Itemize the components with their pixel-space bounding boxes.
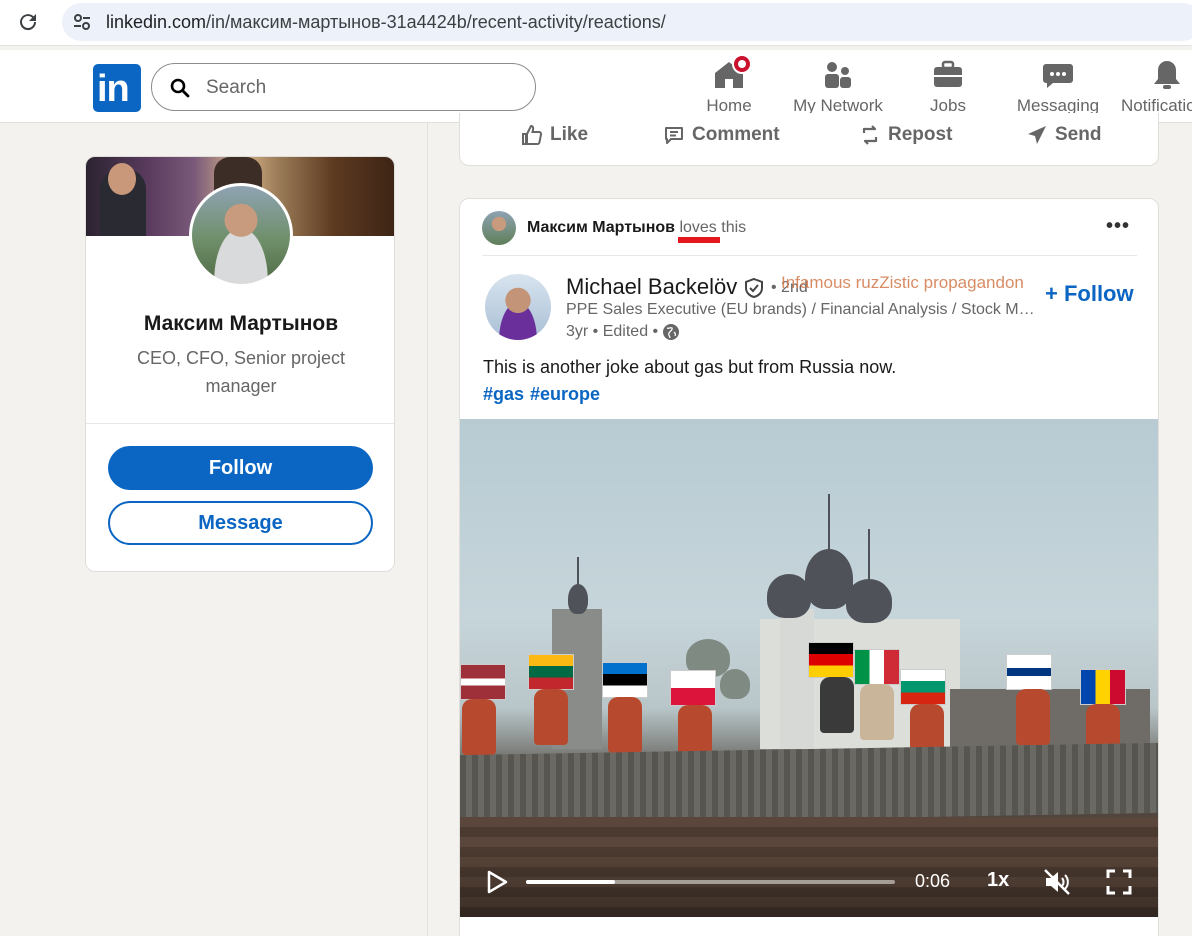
profile-name[interactable]: Максим Мартынов	[86, 312, 394, 336]
reload-icon[interactable]	[16, 10, 40, 34]
hashtag-link[interactable]: #europe	[530, 384, 600, 404]
video-spire	[828, 494, 830, 554]
message-button[interactable]: Message	[108, 501, 373, 545]
repost-button[interactable]: Repost	[858, 123, 952, 147]
browser-toolbar: linkedin.com/in/максим-мартынов-31a4424b…	[0, 0, 1192, 46]
more-options-icon[interactable]: •••	[1106, 215, 1134, 239]
previous-post-actions: Like Comment Repost Send	[459, 113, 1159, 166]
activity-header: Максим Мартынов loves this	[527, 219, 746, 237]
bell-icon	[1150, 58, 1184, 92]
search-input[interactable]	[206, 76, 506, 100]
address-bar[interactable]: linkedin.com/in/максим-мартынов-31a4424b…	[62, 3, 1192, 41]
url-domain: linkedin.com	[106, 12, 207, 32]
video-dome	[720, 669, 750, 699]
author-avatar[interactable]	[485, 274, 551, 340]
like-label: Like	[550, 124, 589, 145]
post-divider	[482, 255, 1137, 256]
activity-suffix: this	[721, 219, 747, 236]
comment-icon	[665, 127, 683, 144]
profile-avatar[interactable]	[189, 183, 293, 287]
play-icon[interactable]	[484, 869, 510, 895]
repost-label: Repost	[888, 124, 953, 145]
home-icon	[712, 54, 752, 92]
flag-moldova	[1080, 669, 1126, 705]
video-dome	[568, 584, 588, 614]
verified-shield-icon	[745, 277, 763, 299]
flag-poland	[670, 670, 716, 706]
globe-icon	[663, 324, 680, 340]
flag-latvia	[460, 664, 506, 700]
repost-icon	[862, 125, 878, 145]
activity-feed: Like Comment Repost Send Максим Мартынов…	[427, 113, 1192, 936]
video-spire	[577, 557, 579, 587]
linkedin-logo-icon[interactable]: in	[93, 64, 141, 112]
muted-volume-icon[interactable]	[1042, 867, 1072, 897]
activity-actor-name[interactable]: Максим Мартынов	[527, 219, 675, 236]
post-meta: 3yr • Edited •	[566, 323, 680, 341]
nav-my-network[interactable]: My Network	[790, 58, 886, 118]
flag-lithuania	[528, 654, 574, 690]
video-figure	[1016, 689, 1050, 745]
video-wall-roof	[460, 742, 1158, 826]
like-button[interactable]: Like	[520, 123, 588, 147]
send-button[interactable]: Send	[1025, 123, 1101, 147]
video-figure	[860, 684, 894, 740]
flag-germany	[808, 642, 854, 678]
like-icon	[522, 124, 543, 145]
video-figure	[608, 697, 642, 753]
search-icon	[170, 78, 190, 98]
search-box[interactable]	[151, 63, 536, 111]
annotation-underline	[678, 237, 720, 243]
video-player[interactable]: 0:06 1x	[460, 419, 1158, 917]
comment-label: Comment	[692, 124, 780, 145]
url-text: linkedin.com/in/максим-мартынов-31a4424b…	[106, 12, 666, 33]
site-settings-icon[interactable]	[70, 10, 94, 34]
video-progress-bar[interactable]	[526, 880, 895, 884]
profile-card: Максим Мартынов CEO, CFO, Senior project…	[85, 156, 395, 572]
video-controls: 0:06 1x	[460, 849, 1158, 917]
reactions-summary[interactable]	[482, 929, 522, 936]
nav-jobs[interactable]: Jobs	[920, 58, 976, 118]
post-age: 3yr • Edited •	[566, 323, 659, 340]
feed-post: Максим Мартынов loves this ••• Michael B…	[459, 198, 1159, 936]
nav-messaging[interactable]: Messaging	[1014, 58, 1102, 118]
banner-person	[100, 163, 146, 236]
author-name[interactable]: Michael Backelöv	[566, 274, 737, 300]
video-spire	[868, 529, 870, 581]
follow-button[interactable]: Follow	[108, 446, 373, 490]
author-follow-button[interactable]: + Follow	[1045, 281, 1134, 307]
flag-finland	[1006, 654, 1052, 690]
author-subtitle: PPE Sales Executive (EU brands) / Financ…	[566, 301, 1036, 318]
flag-estonia	[602, 662, 648, 698]
playback-speed-button[interactable]: 1x	[987, 869, 1009, 892]
fullscreen-icon[interactable]	[1105, 868, 1133, 896]
url-path: /in/максим-мартынов-31a4424b/recent-acti…	[206, 12, 666, 32]
post-hashtags: #gas #europe	[483, 384, 606, 405]
video-figure	[534, 689, 568, 745]
card-divider	[86, 423, 394, 424]
video-figure	[820, 677, 854, 733]
nav-home[interactable]: Home	[698, 54, 760, 118]
messaging-icon	[1041, 58, 1075, 92]
activity-verb: loves	[679, 219, 717, 236]
flag-italy	[854, 649, 900, 685]
video-tower	[780, 609, 814, 749]
hashtag-link[interactable]: #gas	[483, 384, 524, 404]
video-figure	[462, 699, 496, 755]
video-time: 0:06	[915, 871, 951, 891]
notification-badge	[732, 54, 752, 74]
activity-actor-avatar[interactable]	[482, 211, 516, 245]
overlay-annotation: Infamous ruzZistic propagandon	[781, 273, 1024, 292]
network-icon	[821, 58, 855, 92]
video-dome	[846, 579, 892, 623]
briefcase-icon	[931, 58, 965, 92]
post-text: This is another joke about gas but from …	[483, 357, 897, 377]
send-label: Send	[1055, 124, 1102, 145]
flag-bulgaria	[900, 669, 946, 705]
send-icon	[1028, 126, 1046, 144]
comment-button[interactable]: Comment	[662, 123, 780, 147]
video-progress-fill	[526, 880, 615, 884]
nav-notifications[interactable]: Notifications	[1121, 58, 1192, 118]
profile-headline: CEO, CFO, Senior project manager	[136, 348, 346, 396]
